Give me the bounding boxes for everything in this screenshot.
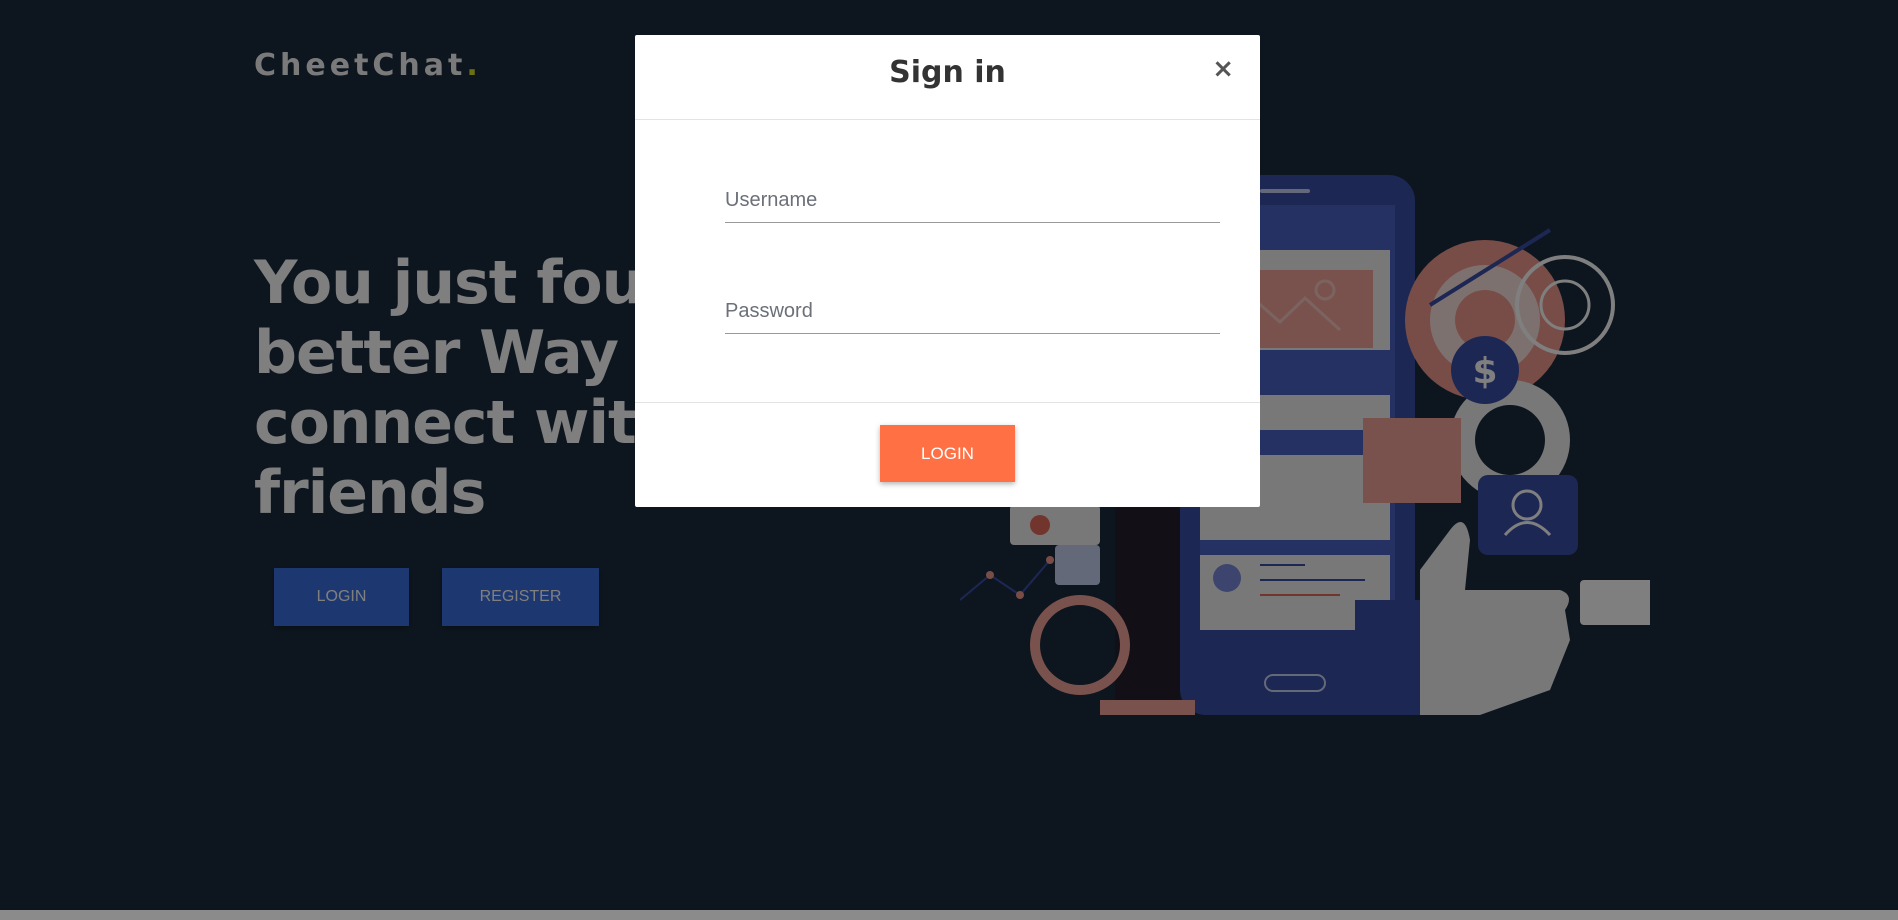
- close-icon[interactable]: ×: [1206, 55, 1240, 83]
- bottom-scrollbar[interactable]: [0, 910, 1898, 920]
- password-input[interactable]: [725, 293, 1220, 334]
- sign-in-modal: Sign in × LOGIN: [635, 35, 1260, 507]
- modal-title: Sign in: [889, 55, 1006, 90]
- modal-login-button[interactable]: LOGIN: [880, 425, 1015, 482]
- modal-footer: LOGIN: [635, 403, 1260, 507]
- username-input[interactable]: [725, 182, 1220, 223]
- modal-body: [635, 120, 1260, 403]
- modal-header: Sign in ×: [635, 35, 1260, 120]
